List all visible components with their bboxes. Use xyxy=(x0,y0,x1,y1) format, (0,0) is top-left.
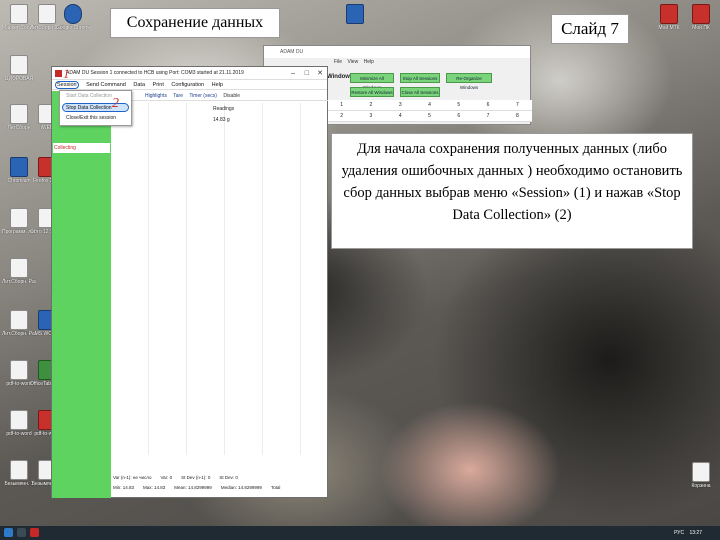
menu-help[interactable]: Help xyxy=(212,82,223,88)
maximize-icon[interactable]: □ xyxy=(305,67,309,80)
desktop-icon-right-2[interactable]: Мой ПК xyxy=(684,4,718,31)
menu-data[interactable]: Data xyxy=(133,82,145,88)
desktop-icon-flask[interactable] xyxy=(338,4,372,25)
desktop-icon-4[interactable]: ЦИФРОВАЯ xyxy=(2,55,36,82)
menu-print[interactable]: Print xyxy=(153,82,164,88)
search-icon[interactable] xyxy=(17,528,26,537)
highlights-button[interactable]: Highlights xyxy=(145,93,167,99)
app-icon xyxy=(660,4,678,24)
start-data-collection-item[interactable]: Start Data Collection xyxy=(60,91,131,102)
app-logo-icon xyxy=(55,70,62,77)
menu-bar: Session Send Command Data Print Configur… xyxy=(52,80,327,90)
taskbar: РУС 13:27 xyxy=(0,526,720,540)
desktop-icon-3[interactable]: Google Chrome xyxy=(56,4,90,31)
flask-icon xyxy=(346,4,364,24)
stats-row-1: Var (n-1): не число Var: 0 St Dev (n-1): 0… xyxy=(113,475,238,480)
close-session-item[interactable]: Close/Exit this session xyxy=(60,113,131,124)
grid-row-1: 1234567 xyxy=(327,100,532,111)
close-all-sessions-button[interactable]: Close All Sessions xyxy=(400,87,440,97)
menu-send-command[interactable]: Send Command xyxy=(86,82,126,88)
recycle-bin-icon xyxy=(692,462,710,482)
close-icon[interactable]: ✕ xyxy=(317,67,323,80)
readings-value: 14.83 g xyxy=(213,117,230,123)
session-dropdown: Start Data Collection Stop Data Collecti… xyxy=(59,90,132,126)
stats-row-2: Min: 14.83 Max: 14.83 Mean: 14.8299999 Medi… xyxy=(113,485,281,490)
disable-select[interactable]: Disable xyxy=(223,93,240,99)
browser-icon xyxy=(10,157,28,177)
instruction-text: Для начала сохранения полученных данных … xyxy=(331,133,693,249)
document-icon xyxy=(10,104,28,124)
slide-number: Слайд 7 xyxy=(551,14,629,44)
document-icon xyxy=(10,208,28,228)
document-icon xyxy=(10,310,28,330)
statistics-panel: Var (n-1): не число Var: 0 St Dev (n-1): 0… xyxy=(111,473,328,497)
document-icon xyxy=(10,4,28,24)
status-label: Collecting xyxy=(53,143,110,153)
globe-icon xyxy=(64,4,82,24)
adam-session-window[interactable]: ADAM DU Session 1 connected to HCB using… xyxy=(51,66,328,498)
app-icon xyxy=(692,4,710,24)
reorganize-windows-button[interactable]: Re-Organize Windows xyxy=(446,73,492,90)
desktop-icon-16[interactable]: Лит.Сборн. Разработки xyxy=(2,258,36,285)
minimize-all-button[interactable]: Minimize All Windows xyxy=(350,73,394,90)
bg-window-title: ADAM DU xyxy=(264,46,530,58)
menu-configuration[interactable]: Configuration xyxy=(171,82,204,88)
menu-session[interactable]: Session xyxy=(55,81,79,89)
document-icon xyxy=(10,460,28,480)
grid-row-2: 2345678 xyxy=(327,111,532,122)
window-titlebar[interactable]: ADAM DU Session 1 connected to HCB using… xyxy=(52,67,327,80)
readings-header: Readings xyxy=(213,106,235,112)
document-icon xyxy=(10,360,28,380)
readings-grid: Readings 14.83 g xyxy=(111,103,328,455)
bg-window-label: Window xyxy=(327,74,350,80)
toolbar: Highlights Tare Timer (secs) Disable xyxy=(111,91,328,101)
taskbar-app-icon[interactable] xyxy=(30,528,39,537)
bg-window-grid: 1234567 2345678 xyxy=(327,100,532,122)
restore-all-button[interactable]: Restore All Windows xyxy=(350,87,394,97)
annotation-2: 2 xyxy=(112,96,119,111)
slide-title: Сохранение данных xyxy=(110,8,280,38)
bg-menu-file[interactable]: File xyxy=(334,59,342,65)
document-icon xyxy=(10,410,28,430)
clock[interactable]: 13:27 xyxy=(689,530,702,536)
bg-menu-help[interactable]: Help xyxy=(364,59,374,65)
left-panel: Collecting xyxy=(52,91,111,498)
document-icon xyxy=(10,55,28,75)
document-icon xyxy=(38,4,56,24)
recycle-bin[interactable]: Корзина xyxy=(684,462,718,489)
timer-button[interactable]: Timer (secs) xyxy=(189,93,217,99)
system-tray: РУС 13:27 xyxy=(670,526,702,540)
document-icon xyxy=(10,258,28,278)
bg-menu-view[interactable]: View xyxy=(347,59,358,65)
start-icon[interactable] xyxy=(4,528,13,537)
tare-button[interactable]: Tare xyxy=(173,93,183,99)
minimize-icon[interactable]: – xyxy=(291,67,295,80)
language-indicator[interactable]: РУС xyxy=(674,530,684,536)
window-title: ADAM DU Session 1 connected to HCB using… xyxy=(66,70,244,76)
stop-all-sessions-button[interactable]: Stop All Sessions xyxy=(400,73,440,83)
annotation-1: 1 xyxy=(63,66,70,81)
desktop-icon-right-1[interactable]: Мой МТК xyxy=(652,4,686,31)
